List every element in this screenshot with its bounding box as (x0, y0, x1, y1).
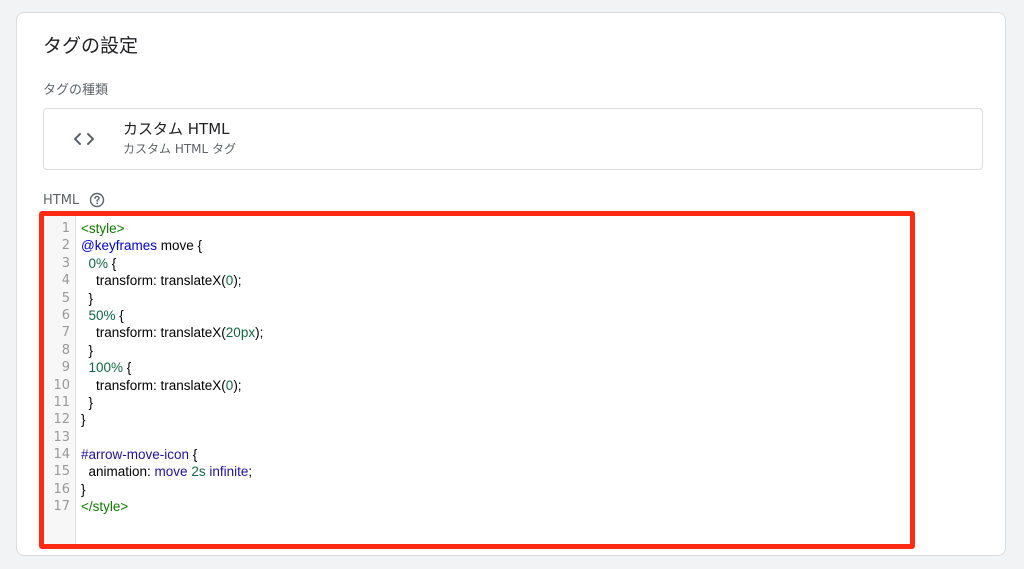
code-token: infinite (209, 464, 249, 480)
code-token: <style> (81, 221, 125, 236)
code-line: } (81, 394, 910, 411)
code-token: { (189, 447, 198, 463)
code-token: ); (255, 325, 264, 341)
line-number: 10 (53, 377, 70, 393)
code-token: 50% (88, 307, 116, 323)
code-line: 50% { (81, 307, 910, 324)
code-line: <style> (81, 220, 910, 237)
line-number: 5 (61, 290, 70, 306)
line-number: 9 (61, 360, 70, 376)
line-number: 16 (53, 481, 70, 497)
code-token: animation: (81, 464, 155, 480)
line-number: 12 (53, 412, 70, 428)
line-number: 2 (61, 238, 70, 254)
code-token: 0% (88, 255, 109, 271)
code-token: { (108, 255, 117, 271)
code-token: </style> (81, 499, 129, 515)
code-line: transform: translateX(20px); (81, 324, 910, 341)
code-token: } (81, 342, 94, 358)
line-number: 11 (53, 394, 70, 410)
code-line: } (81, 411, 910, 428)
code-token: #arrow-move-icon (81, 447, 190, 463)
code-token: { (115, 307, 124, 323)
card-title: タグの設定 (43, 35, 139, 57)
code-token: } (81, 394, 94, 410)
code-token: move { (156, 238, 203, 254)
code-token: move (154, 464, 188, 480)
code-line: } (81, 290, 910, 307)
code-line: transform: translateX(0); (81, 272, 910, 289)
code-line: 100% { (81, 359, 910, 376)
html-field-label: HTML (43, 192, 80, 208)
tag-type-name: カスタム HTML (123, 120, 230, 138)
line-number: 13 (53, 429, 70, 445)
line-number: 8 (61, 342, 70, 358)
code-editor-highlight-frame: 1 2 3 4 5 6 7 8 9 10 11 12 13 14 15 16 17 <style> @keyfra… (39, 211, 915, 549)
code-token: } (81, 481, 86, 497)
line-number: 1 (61, 221, 70, 236)
line-number: 14 (53, 447, 70, 463)
code-line: } (81, 481, 910, 498)
tag-type-section-label: タグの種類 (43, 83, 109, 98)
code-line: transform: translateX(0); (81, 377, 910, 394)
line-number: 6 (61, 307, 70, 323)
code-line: } (81, 342, 910, 359)
html-code-editor[interactable]: 1 2 3 4 5 6 7 8 9 10 11 12 13 14 15 16 17 <style> @keyfra… (44, 216, 910, 544)
code-token: ); (233, 273, 242, 289)
code-area[interactable]: <style> @keyframes move { 0% { transform:… (76, 216, 910, 544)
code-token: ); (233, 377, 242, 393)
code-brackets-icon (74, 133, 94, 145)
code-line: #arrow-move-icon { (81, 446, 910, 463)
tag-type-subtitle: カスタム HTML タグ (123, 142, 237, 156)
line-number: 17 (53, 499, 70, 515)
code-token: 100% (88, 360, 124, 376)
tag-settings-card: タグの設定 タグの種類 カスタム HTML カスタム HTML タグ HTML … (16, 12, 1006, 556)
line-number: 4 (61, 273, 70, 289)
code-line: </style> (81, 498, 910, 515)
code-line: @keyframes move { (81, 237, 910, 254)
html-field-label-row: HTML (43, 191, 105, 209)
code-line: 0% { (81, 255, 910, 272)
code-token: ; (248, 464, 253, 480)
code-token: transform: translateX( (81, 273, 226, 289)
code-token: } (81, 412, 86, 428)
help-circle-icon[interactable] (89, 192, 105, 208)
tag-type-selector[interactable]: カスタム HTML カスタム HTML タグ (43, 108, 983, 170)
code-token: 20px (225, 325, 256, 341)
line-number: 15 (53, 464, 70, 480)
code-token: @keyframes (81, 238, 157, 254)
line-number: 3 (61, 255, 70, 271)
line-number-gutter: 1 2 3 4 5 6 7 8 9 10 11 12 13 14 15 16 17 (44, 216, 76, 544)
line-number: 7 (61, 325, 70, 341)
code-token: } (81, 290, 94, 306)
code-token: { (123, 360, 132, 376)
code-token: transform: translateX( (81, 377, 226, 393)
code-line: animation: move 2s infinite; (81, 463, 910, 480)
code-token: 2s (191, 464, 206, 480)
code-token: transform: translateX( (81, 325, 226, 341)
